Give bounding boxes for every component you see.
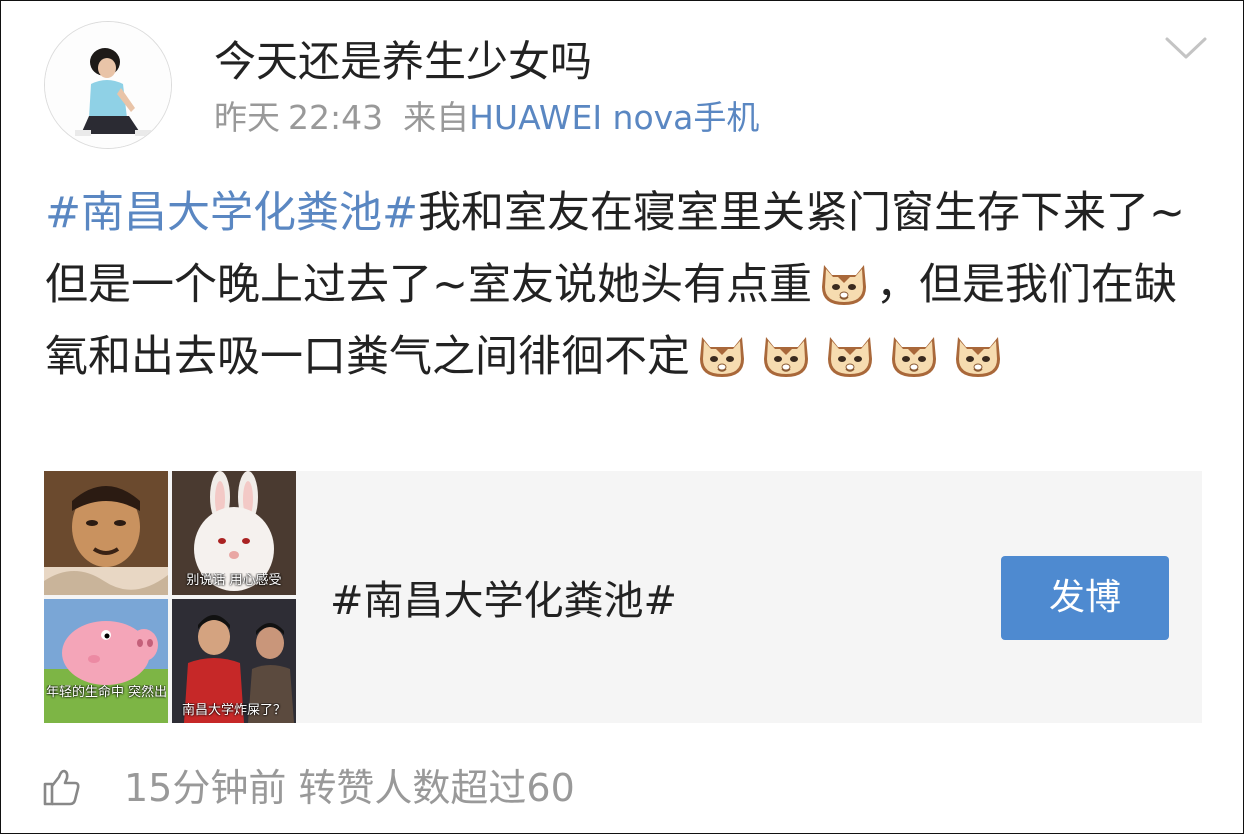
topic-card[interactable]: 别说话 用心感受 年轻的生命中 突然出现一丝阴霾: [44, 471, 1202, 723]
source-link[interactable]: HUAWEI nova手机: [469, 98, 759, 137]
post-time: 22:43: [288, 98, 384, 137]
cat-face-icon: [816, 253, 872, 309]
post-meta: 昨天 22:43 来自HUAWEI nova手机: [214, 96, 759, 140]
user-avatar[interactable]: [44, 21, 172, 149]
username[interactable]: 今天还是养生少女吗: [214, 35, 592, 89]
chevron-down-icon[interactable]: [1164, 33, 1208, 63]
thumbnail-peppa-image: 年轻的生命中 突然出现一丝阴霾: [44, 599, 168, 723]
thumbs-up-icon[interactable]: [42, 767, 82, 807]
cat-face-icon: [950, 325, 1006, 381]
thumbnail-people-image: 南昌大学炸屎了？: [172, 599, 296, 723]
hashtag-link[interactable]: #南昌大学化粪池#: [45, 188, 418, 238]
thumbnail-man-image: [44, 471, 168, 595]
post-date: 昨天: [214, 98, 280, 137]
cat-face-icon: [758, 325, 814, 381]
source-prefix: 来自: [403, 98, 470, 137]
post-stats: 15分钟前 转赞人数超过60: [124, 766, 575, 810]
cat-face-icon: [886, 325, 942, 381]
cat-face-icon: [694, 325, 750, 381]
thumbnail-caption: 南昌大学炸屎了？: [181, 703, 286, 718]
weibo-post: 今天还是养生少女吗 昨天 22:43 来自HUAWEI nova手机 #南昌大学化粪…: [0, 0, 1244, 834]
thumbnail-caption: 年轻的生命中 突然出现一丝阴霾: [46, 685, 166, 700]
topic-card-title[interactable]: #南昌大学化粪池#: [330, 575, 677, 627]
topic-thumbnails: 别说话 用心感受 年轻的生命中 突然出现一丝阴霾: [44, 471, 296, 723]
post-body: #南昌大学化粪池#我和室友在寝室里关紧门窗生存下来了~但是一个晚上过去了~室友说…: [45, 177, 1205, 393]
thumbnail-rabbit-image: 别说话 用心感受: [172, 471, 296, 595]
cat-face-icon: [822, 325, 878, 381]
thumbnail-caption: 别说话 用心感受: [186, 573, 282, 588]
post-weibo-button[interactable]: 发博: [1001, 556, 1169, 640]
